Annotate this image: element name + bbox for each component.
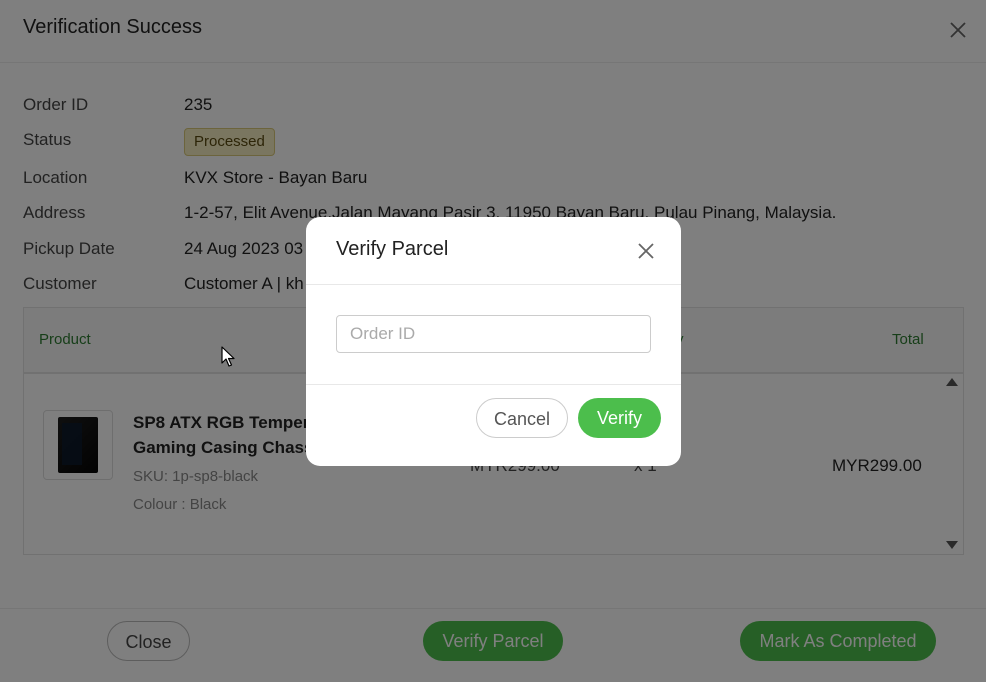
order-id-input[interactable] [336, 315, 651, 353]
close-icon[interactable] [634, 239, 658, 263]
modal-divider [306, 284, 681, 285]
verify-button[interactable]: Verify [578, 398, 661, 438]
modal-title: Verify Parcel [336, 238, 449, 260]
modal-divider [306, 384, 681, 385]
mouse-cursor-icon [221, 346, 235, 367]
verify-parcel-modal: Verify Parcel Cancel Verify [306, 217, 681, 466]
cancel-button[interactable]: Cancel [476, 398, 568, 438]
